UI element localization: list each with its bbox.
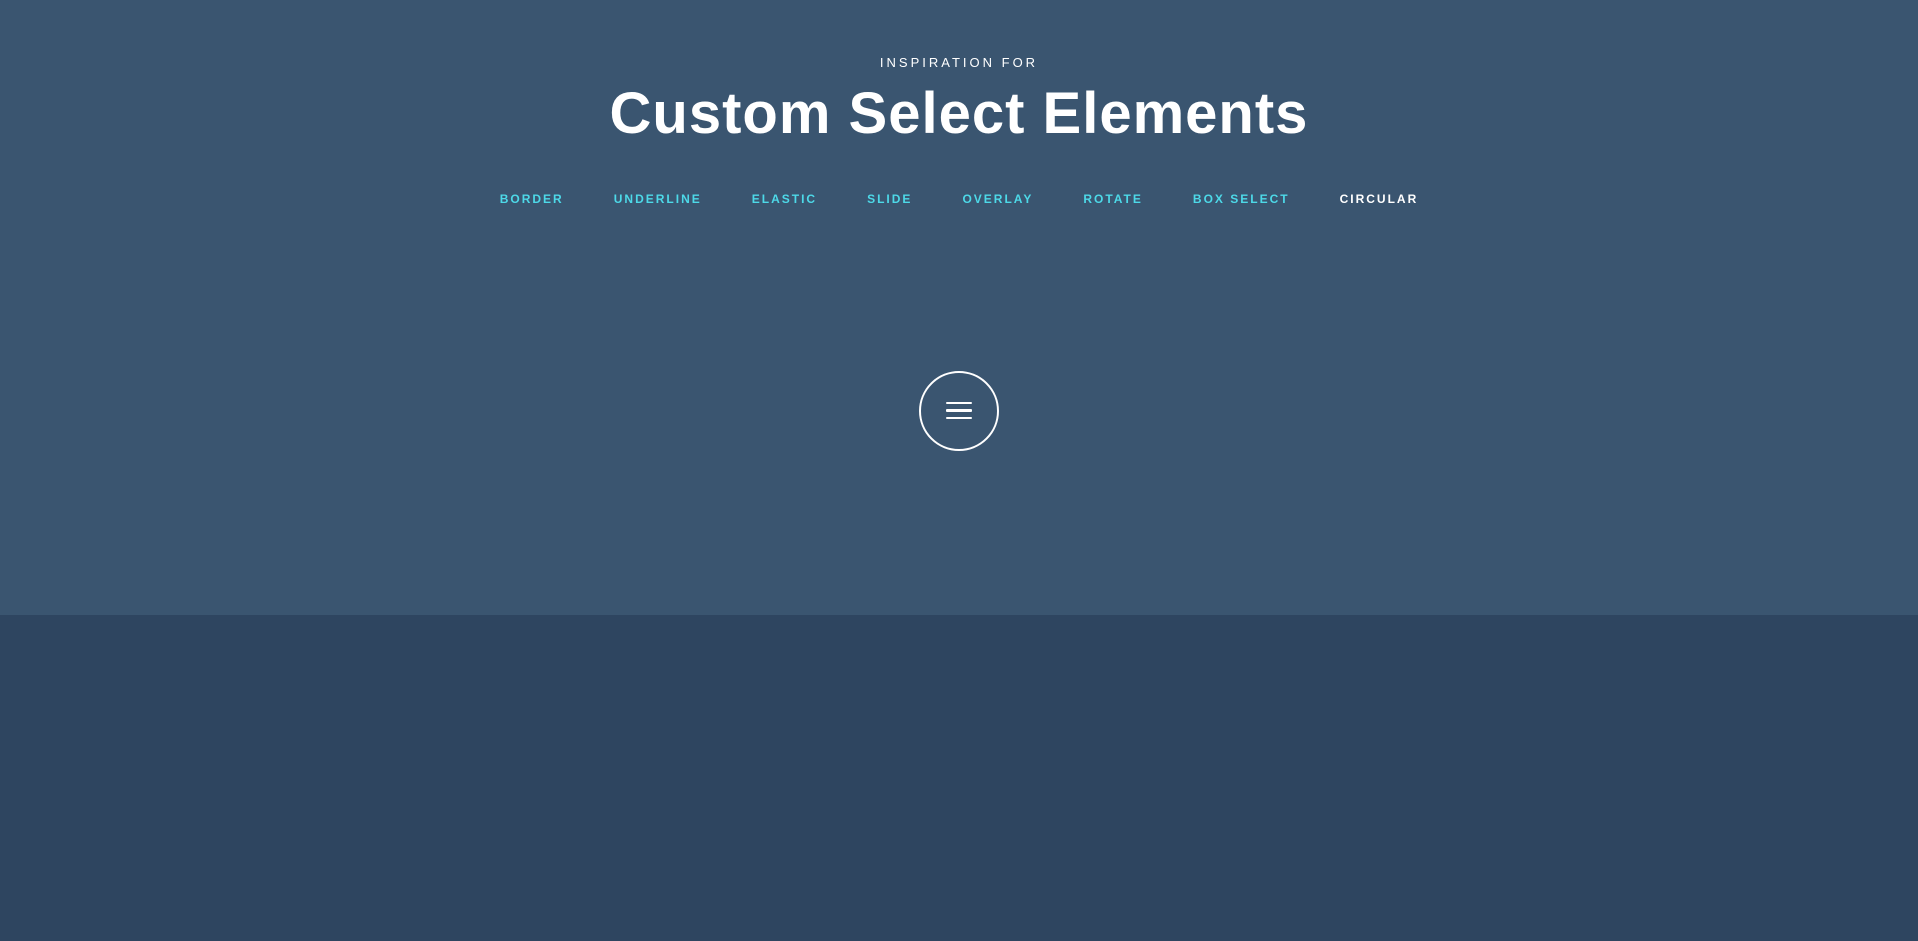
tab-circular[interactable]: CIRCULAR <box>1340 192 1419 206</box>
hamburger-line-top <box>946 402 972 405</box>
tab-rotate[interactable]: ROTATE <box>1083 192 1143 206</box>
tab-border[interactable]: BORDER <box>500 192 564 206</box>
circular-menu-button[interactable] <box>919 371 999 451</box>
tab-elastic[interactable]: ELASTIC <box>752 192 817 206</box>
hamburger-line-middle <box>946 409 972 412</box>
page-title: Custom Select Elements <box>610 80 1309 147</box>
tab-slide[interactable]: SLIDE <box>867 192 912 206</box>
bottom-section <box>0 615 1918 941</box>
page-wrapper: INSPIRATION FOR Custom Select Elements B… <box>0 0 1918 941</box>
nav-tabs-list: BORDER UNDERLINE ELASTIC SLIDE OVERLAY R… <box>500 192 1419 206</box>
tab-box-select[interactable]: BOX SELECT <box>1193 192 1290 206</box>
hamburger-line-bottom <box>946 417 972 420</box>
tab-underline[interactable]: UNDERLINE <box>614 192 702 206</box>
circular-button-area <box>919 206 999 615</box>
page-subtitle: INSPIRATION FOR <box>880 55 1038 70</box>
nav-tabs-container: BORDER UNDERLINE ELASTIC SLIDE OVERLAY R… <box>500 192 1419 206</box>
tab-overlay[interactable]: OVERLAY <box>962 192 1033 206</box>
main-section: INSPIRATION FOR Custom Select Elements B… <box>0 0 1918 615</box>
